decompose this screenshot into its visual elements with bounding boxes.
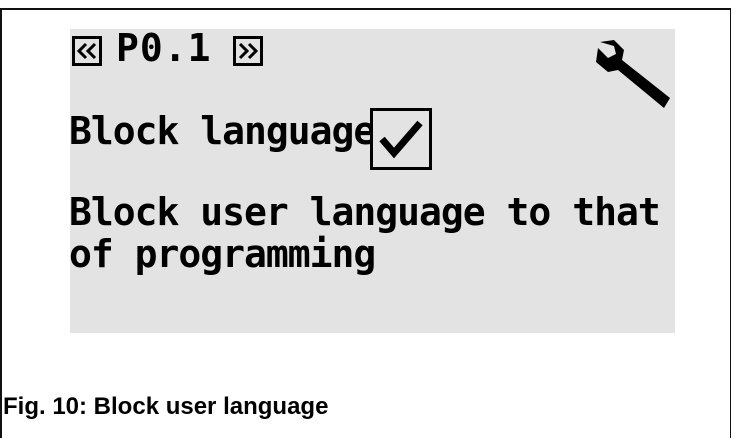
double-chevron-left-icon: [76, 42, 97, 60]
parameter-name: Block language: [69, 109, 376, 153]
next-parameter-button[interactable]: [233, 36, 263, 66]
figure-caption: Fig. 10: Block user language: [3, 393, 329, 420]
device-display: [70, 29, 675, 333]
checkmark-icon: [379, 120, 423, 159]
parameter-description: Block user language to that of programmi…: [69, 190, 661, 276]
block-language-checkbox[interactable]: [370, 108, 432, 170]
wrench-icon: [596, 40, 670, 108]
previous-parameter-button[interactable]: [72, 36, 102, 66]
parameter-code: P0.1: [116, 26, 212, 70]
double-chevron-right-icon: [238, 42, 259, 60]
